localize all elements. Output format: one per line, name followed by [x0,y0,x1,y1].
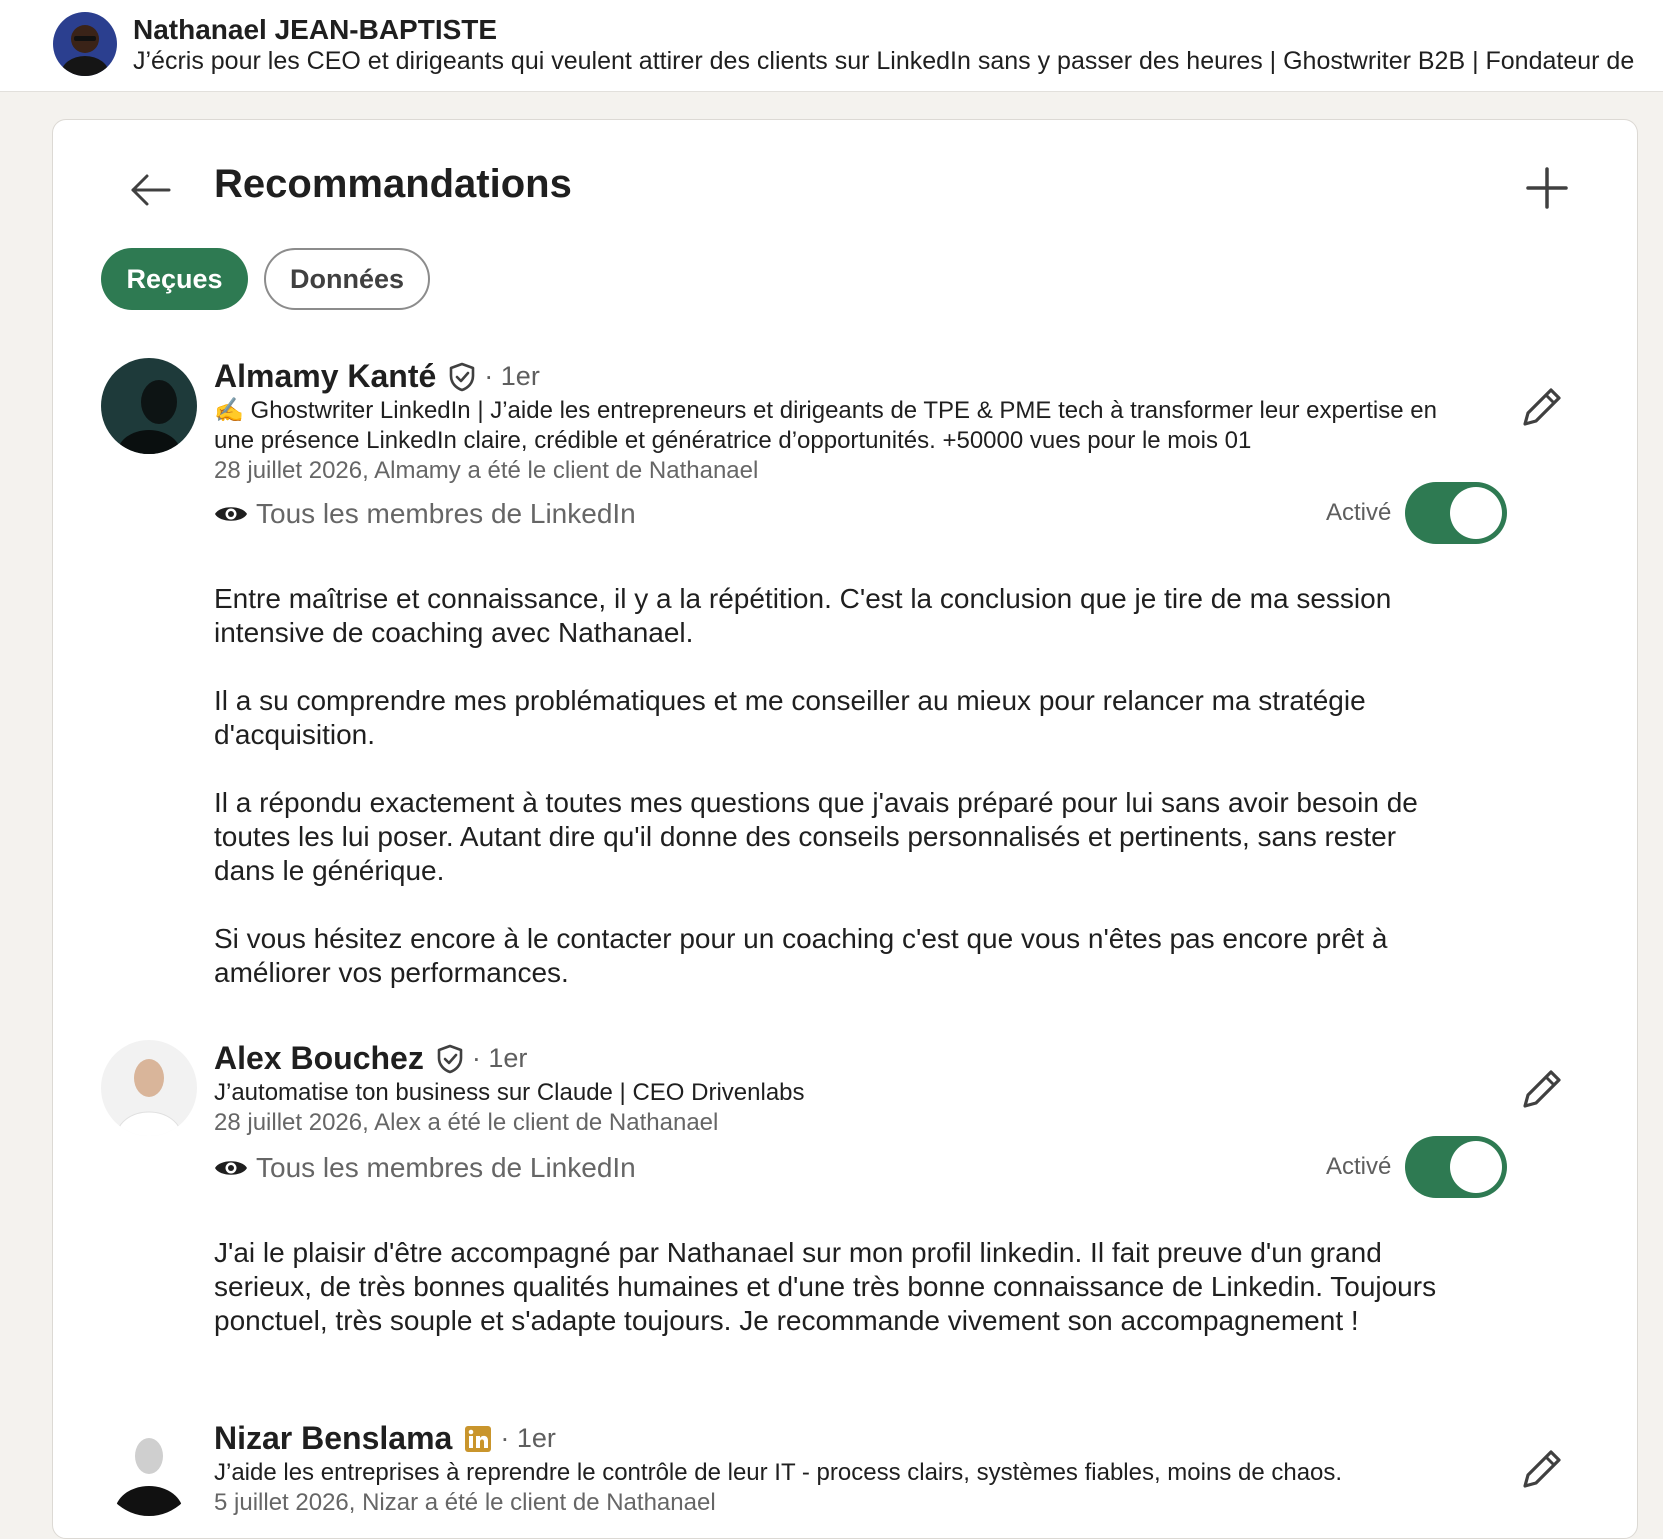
recommender-name[interactable]: Alex Bouchez [214,1040,424,1077]
profile-headline: J’écris pour les CEO et dirigeants qui v… [133,47,1635,75]
avatar[interactable] [101,1040,197,1136]
edit-pencil-icon[interactable] [1515,1442,1569,1496]
recommender-headline-text: J’aide les entreprises à reprendre le co… [214,1459,1343,1486]
verified-shield-icon [437,1044,463,1073]
visibility-label: Tous les membres de LinkedIn [256,1152,636,1183]
status-label: Activé [1326,499,1392,526]
recommendation-paragraph: Il a su comprendre mes problématiques et… [214,685,1366,750]
recommendation-text: J'ai le plaisir d'être accompagné par Na… [214,1236,1454,1372]
recommendation-date: 28 juillet 2026, Almamy a été le client … [214,457,759,484]
recommender-header: Almamy Kanté · 1er [214,358,540,395]
recommendation-text: Entre maîtrise et connaissance, il y a l… [214,582,1454,1024]
edit-pencil-icon[interactable] [1515,380,1569,434]
back-arrow-icon[interactable] [121,162,177,218]
profile-header-bar: Nathanael JEAN-BAPTISTE J’écris pour les… [0,0,1663,92]
recommender-headline: J’aide les entreprises à reprendre le co… [214,1458,1474,1518]
recommendation-date: 28 juillet 2026, Alex a été le client de… [214,1109,719,1136]
recommender-name[interactable]: Almamy Kanté [214,358,436,395]
visibility-toggle[interactable] [1405,482,1507,544]
recommendation-paragraph: Entre maîtrise et connaissance, il y a l… [214,583,1392,648]
linkedin-premium-icon [465,1425,492,1452]
recommendations-card: Recommandations Reçues Données Almamy Ka… [52,119,1638,1539]
add-plus-icon[interactable] [1517,158,1577,218]
connection-degree: · 1er [471,1043,528,1073]
eye-icon [215,507,247,521]
recommendation-paragraph: Si vous hésitez encore à le contacter po… [214,923,1388,988]
connection-degree: · 1er [500,1423,556,1453]
page-title: Recommandations [214,162,572,206]
recommender-header: Nizar Benslama · 1er [214,1420,556,1457]
recommendation-date: 5 juillet 2026, Nizar a été le client de… [214,1489,716,1516]
recommender-headline-text: J’automatise ton business sur Claude | C… [214,1079,805,1106]
eye-icon [215,1161,247,1175]
status-label: Activé [1326,1153,1392,1180]
profile-avatar[interactable] [53,12,117,76]
visibility-label: Tous les membres de LinkedIn [256,498,636,529]
recommender-name[interactable]: Nizar Benslama [214,1420,452,1457]
verified-shield-icon [449,362,475,391]
visibility-toggle[interactable] [1405,1136,1507,1198]
recommender-header: Alex Bouchez · 1er [214,1040,527,1077]
profile-name: Nathanael JEAN-BAPTISTE [133,14,498,45]
visibility-row: Tous les membres de LinkedIn [214,1152,636,1184]
visibility-row: Tous les membres de LinkedIn [214,498,636,530]
recommender-headline: ✍️ Ghostwriter LinkedIn | J’aide les ent… [214,396,1474,486]
connection-degree: · 1er [484,361,540,391]
toggle-knob [1450,487,1502,539]
recommender-headline-text: ✍️ Ghostwriter LinkedIn | J’aide les ent… [214,397,1437,454]
recommendation-paragraph: J'ai le plaisir d'être accompagné par Na… [214,1237,1437,1336]
edit-pencil-icon[interactable] [1515,1062,1569,1116]
toggle-knob [1450,1141,1502,1193]
recommender-headline: J’automatise ton business sur Claude | C… [214,1078,1474,1138]
tab-donnees[interactable]: Données [264,248,430,310]
avatar[interactable] [101,1420,197,1516]
avatar[interactable] [101,358,197,454]
tab-recues[interactable]: Reçues [101,248,248,310]
recommendation-paragraph: Il a répondu exactement à toutes mes que… [214,787,1418,886]
